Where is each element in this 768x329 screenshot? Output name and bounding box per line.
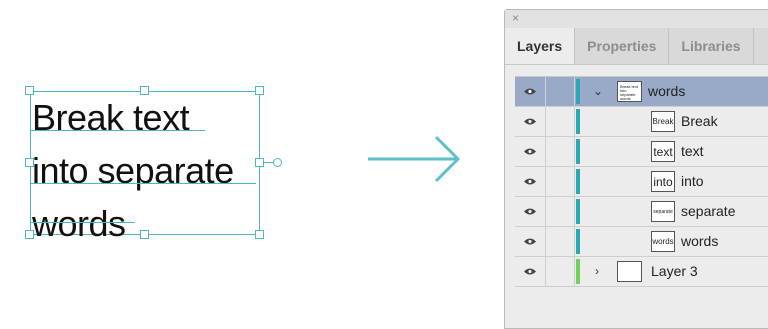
layers-list: ⌄ Break text into separate words words B… <box>515 76 768 287</box>
tab-layers[interactable]: Layers <box>505 28 576 64</box>
layer-thumbnail: Break <box>651 111 675 132</box>
resize-handle-bottom-right[interactable] <box>255 230 264 239</box>
visibility-toggle[interactable] <box>515 77 546 106</box>
text-line: Break text <box>32 97 190 138</box>
layer-row-words-group[interactable]: ⌄ Break text into separate words words <box>515 77 768 107</box>
resize-handle-bottom[interactable] <box>140 230 149 239</box>
chevron-right-icon[interactable]: › <box>595 264 599 278</box>
layer-thumbnail: text <box>651 141 675 162</box>
lock-toggle[interactable] <box>546 197 575 226</box>
visibility-toggle[interactable] <box>515 137 546 166</box>
visibility-toggle[interactable] <box>515 257 546 286</box>
visibility-toggle[interactable] <box>515 107 546 136</box>
text-baseline <box>30 130 205 131</box>
layer-name: into <box>681 173 704 189</box>
layer-thumbnail: into <box>651 171 675 192</box>
eye-icon <box>524 238 536 245</box>
eye-icon <box>524 88 536 95</box>
layer-color-bar <box>576 109 580 134</box>
eye-icon <box>524 148 536 155</box>
text-baseline <box>30 222 135 223</box>
layer-color-bar <box>576 139 580 164</box>
layer-thumbnail: Break text into separate words <box>617 81 642 102</box>
layer-color-bar <box>576 169 580 194</box>
layer-row-text[interactable]: text text <box>515 137 768 167</box>
text-line: into separate <box>32 150 234 191</box>
layer-color-bar <box>576 79 580 104</box>
layer-thumbnail: words <box>651 231 675 252</box>
eye-icon <box>524 178 536 185</box>
tab-properties[interactable]: Properties <box>575 28 670 64</box>
visibility-toggle[interactable] <box>515 227 546 256</box>
lock-toggle[interactable] <box>546 167 575 196</box>
resize-handle-left[interactable] <box>25 158 34 167</box>
resize-handle-top[interactable] <box>140 86 149 95</box>
layer-row-words[interactable]: words words <box>515 227 768 257</box>
lock-toggle[interactable] <box>546 137 575 166</box>
layer-color-bar <box>576 199 580 224</box>
visibility-toggle[interactable] <box>515 167 546 196</box>
text-object[interactable]: Break text into separate words <box>25 86 282 244</box>
layer-row-layer-3[interactable]: › Layer 3 <box>515 257 768 287</box>
layer-row-into[interactable]: into into <box>515 167 768 197</box>
text-thread-port[interactable] <box>273 158 282 167</box>
layer-name: Layer 3 <box>651 263 698 279</box>
resize-handle-top-left[interactable] <box>25 86 34 95</box>
eye-icon <box>524 268 536 275</box>
lock-toggle[interactable] <box>546 257 575 286</box>
panel-tabs: Layers Properties Libraries <box>505 28 768 65</box>
lock-toggle[interactable] <box>546 227 575 256</box>
layers-panel: × Layers Properties Libraries ⌄ Break te… <box>504 9 768 329</box>
eye-icon <box>524 208 536 215</box>
layer-name: words <box>681 233 719 249</box>
resize-handle-top-right[interactable] <box>255 86 264 95</box>
lock-toggle[interactable] <box>546 107 575 136</box>
text-baseline <box>30 183 256 184</box>
panel-title-bar: × <box>505 10 768 28</box>
layer-row-break[interactable]: Break Break <box>515 107 768 137</box>
layer-name: Break <box>681 113 718 129</box>
layer-row-separate[interactable]: separate separate <box>515 197 768 227</box>
resize-handle-right[interactable] <box>255 158 264 167</box>
text-content: Break text into separate words <box>32 91 234 250</box>
layer-thumbnail: separate <box>651 201 675 222</box>
layer-name: separate <box>681 203 736 219</box>
lock-toggle[interactable] <box>546 77 575 106</box>
layer-color-bar <box>576 229 580 254</box>
layer-name: text <box>681 143 704 159</box>
layer-thumbnail <box>617 261 642 282</box>
layer-name: words <box>648 83 686 99</box>
text-line: words <box>32 203 126 244</box>
layer-color-bar <box>576 259 580 284</box>
tab-libraries[interactable]: Libraries <box>669 28 754 64</box>
chevron-down-icon[interactable]: ⌄ <box>593 84 603 98</box>
visibility-toggle[interactable] <box>515 197 546 226</box>
close-icon[interactable]: × <box>512 11 519 25</box>
arrow-right-icon <box>368 135 461 183</box>
eye-icon <box>524 118 536 125</box>
resize-handle-bottom-left[interactable] <box>25 230 34 239</box>
